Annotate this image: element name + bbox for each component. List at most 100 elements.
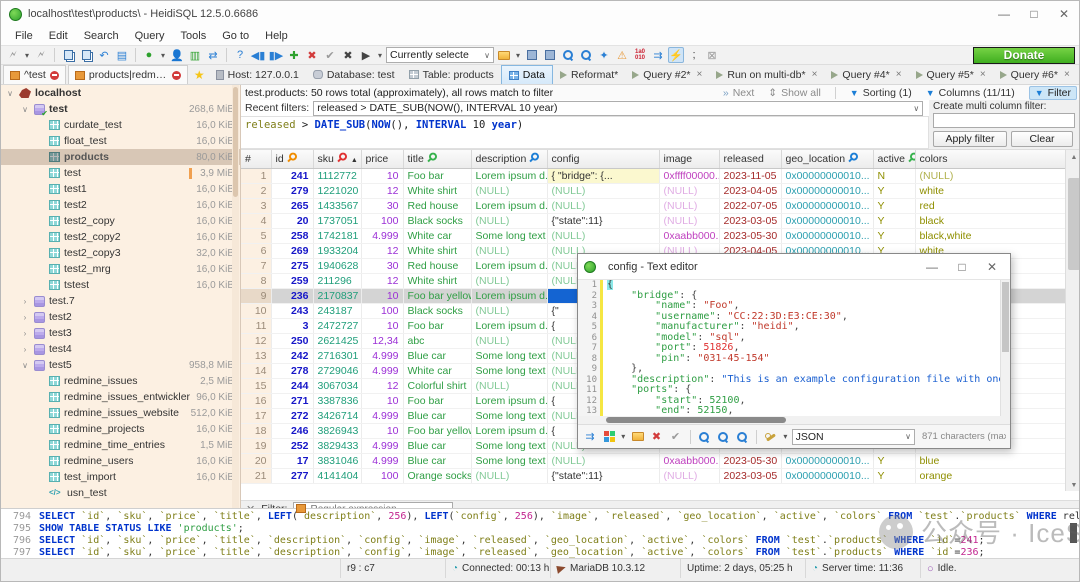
- cell-sku[interactable]: 2170837: [313, 288, 361, 303]
- go-last-icon[interactable]: ▮▶: [268, 47, 284, 63]
- grid-scroll-thumb[interactable]: [1068, 178, 1080, 270]
- close-button[interactable]: ✕: [1049, 2, 1079, 26]
- cell-price[interactable]: 10: [361, 393, 403, 408]
- cell-title[interactable]: Foo bar: [403, 393, 471, 408]
- tab-table-products[interactable]: Table: products: [402, 65, 501, 84]
- cell-colors[interactable]: blue: [915, 453, 1065, 468]
- run-dropdown-icon[interactable]: ▾: [376, 51, 384, 60]
- cell-description[interactable]: (NULL): [471, 213, 547, 228]
- cell-price[interactable]: 4.999: [361, 453, 403, 468]
- tree-item-test3[interactable]: ›test3: [1, 325, 240, 341]
- cell-num[interactable]: 13: [241, 348, 271, 363]
- cell-description[interactable]: Lorem ipsum d...: [471, 423, 547, 438]
- column-header-released[interactable]: released: [719, 150, 781, 168]
- disconnect-icon[interactable]: 🗲: [33, 47, 49, 63]
- dialog-open-file-icon[interactable]: [630, 429, 646, 445]
- cell-description[interactable]: Lorem ipsum d...: [471, 168, 547, 183]
- session-tab[interactable]: products|redmi|err: [68, 65, 188, 84]
- cell-num[interactable]: 20: [241, 453, 271, 468]
- cell-released[interactable]: 2023-03-05: [719, 213, 781, 228]
- dialog-hscrollbar[interactable]: [578, 416, 1010, 424]
- cell-config[interactable]: (NULL): [547, 198, 659, 213]
- dialog-editor[interactable]: 12345678910111213 { "bridge": { "name": …: [578, 280, 1010, 416]
- tree-expand-icon[interactable]: ›: [20, 313, 30, 322]
- cell-sku[interactable]: 3426714: [313, 408, 361, 423]
- cell-description[interactable]: (NULL): [471, 273, 547, 288]
- dialog-tools-icon[interactable]: [763, 429, 779, 445]
- tree-item-redmine_issues_website[interactable]: redmine_issues_website512,0 KiB: [1, 405, 240, 421]
- table-row[interactable]: 525817421814.999White carSome long text(…: [241, 228, 1065, 243]
- cell-sku[interactable]: 2729046: [313, 363, 361, 378]
- cell-num[interactable]: 11: [241, 318, 271, 333]
- cell-id[interactable]: 275: [271, 258, 313, 273]
- cell-config[interactable]: (NULL): [547, 183, 659, 198]
- column-header-active[interactable]: active: [873, 150, 915, 168]
- cell-sku[interactable]: 3829433: [313, 438, 361, 453]
- cell-price[interactable]: 100: [361, 468, 403, 483]
- dialog-minimize-button[interactable]: —: [920, 257, 944, 277]
- wrap-lines-icon[interactable]: ⇉: [650, 47, 666, 63]
- post-changes-icon[interactable]: ✔: [322, 47, 338, 63]
- filter-button[interactable]: ▼Filter: [1029, 86, 1077, 100]
- tab-run-on-multi-db-[interactable]: Run on multi-db*×: [709, 65, 824, 84]
- cell-geo_location[interactable]: 0x00000000010...: [781, 168, 873, 183]
- cell-price[interactable]: 12,34: [361, 333, 403, 348]
- cell-id[interactable]: 250: [271, 333, 313, 348]
- cell-sku[interactable]: 1433567: [313, 198, 361, 213]
- warning-icon[interactable]: ⚠: [614, 47, 630, 63]
- scroll-down-icon[interactable]: ▼: [1066, 478, 1080, 491]
- cell-config[interactable]: {"state":11}: [547, 213, 659, 228]
- cell-num[interactable]: 5: [241, 228, 271, 243]
- tree-item-localhost[interactable]: ∨localhost: [1, 85, 240, 101]
- cell-image[interactable]: (NULL): [659, 213, 719, 228]
- cell-active[interactable]: Y: [873, 453, 915, 468]
- dialog-tools-dropdown-icon[interactable]: ▾: [782, 432, 789, 441]
- tab-close-icon[interactable]: ×: [812, 69, 818, 80]
- tree-expand-icon[interactable]: ›: [20, 329, 30, 338]
- tab-query-2-[interactable]: Query #2*×: [625, 65, 709, 84]
- column-header-title[interactable]: title: [403, 150, 471, 168]
- sidebar-scrollbar[interactable]: [232, 85, 239, 508]
- cell-price[interactable]: 100: [361, 213, 403, 228]
- cell-description[interactable]: Some long text: [471, 438, 547, 453]
- binary-mode-icon[interactable]: 1a0010: [632, 47, 648, 63]
- cell-num[interactable]: 15: [241, 378, 271, 393]
- tree-expand-icon[interactable]: ›: [20, 297, 30, 306]
- save-icon[interactable]: [524, 47, 540, 63]
- delete-row-icon[interactable]: ✖: [304, 47, 320, 63]
- cell-num[interactable]: 21: [241, 468, 271, 483]
- cell-title[interactable]: Colorful shirt: [403, 378, 471, 393]
- tree-item-test2_copy[interactable]: test2_copy16,0 KiB: [1, 213, 240, 229]
- tree-expand-icon[interactable]: ∨: [5, 89, 15, 98]
- apply-filter-button[interactable]: Apply filter: [933, 131, 1007, 147]
- cell-active[interactable]: Y: [873, 228, 915, 243]
- cell-price[interactable]: 4.999: [361, 228, 403, 243]
- menu-search[interactable]: Search: [76, 29, 127, 43]
- cell-sku[interactable]: 1112772: [313, 168, 361, 183]
- delimiter-icon[interactable]: ;: [686, 47, 702, 63]
- cell-description[interactable]: Lorem ipsum d...: [471, 288, 547, 303]
- save-as-icon[interactable]: [542, 47, 558, 63]
- cell-sku[interactable]: 211296: [313, 273, 361, 288]
- run-icon[interactable]: ▶: [358, 47, 374, 63]
- cell-id[interactable]: 252: [271, 438, 313, 453]
- cell-sku[interactable]: 3067034: [313, 378, 361, 393]
- cell-geo_location[interactable]: 0x00000000010...: [781, 198, 873, 213]
- donate-button[interactable]: Donate: [973, 47, 1075, 64]
- tree-item-tstest[interactable]: tstest16,0 KiB: [1, 277, 240, 293]
- cell-config[interactable]: {"state":11}: [547, 468, 659, 483]
- cell-sku[interactable]: 1742181: [313, 228, 361, 243]
- tab-query-6-[interactable]: Query #6*×: [993, 65, 1077, 84]
- cell-num[interactable]: 6: [241, 243, 271, 258]
- cell-description[interactable]: Lorem ipsum d...: [471, 258, 547, 273]
- dialog-cancel-icon[interactable]: ✖: [649, 429, 665, 445]
- tab-database-test[interactable]: Database: test: [306, 65, 402, 84]
- cell-id[interactable]: 271: [271, 393, 313, 408]
- language-combo[interactable]: JSON ∨: [792, 429, 915, 445]
- menu-help[interactable]: Help: [257, 29, 296, 43]
- multi-filter-input[interactable]: [933, 113, 1075, 128]
- tree-expand-icon[interactable]: ∨: [20, 105, 30, 114]
- open-file-dropdown-icon[interactable]: ▾: [514, 51, 522, 60]
- tree-item-test4[interactable]: ›test4: [1, 341, 240, 357]
- print-icon[interactable]: ▤: [114, 47, 130, 63]
